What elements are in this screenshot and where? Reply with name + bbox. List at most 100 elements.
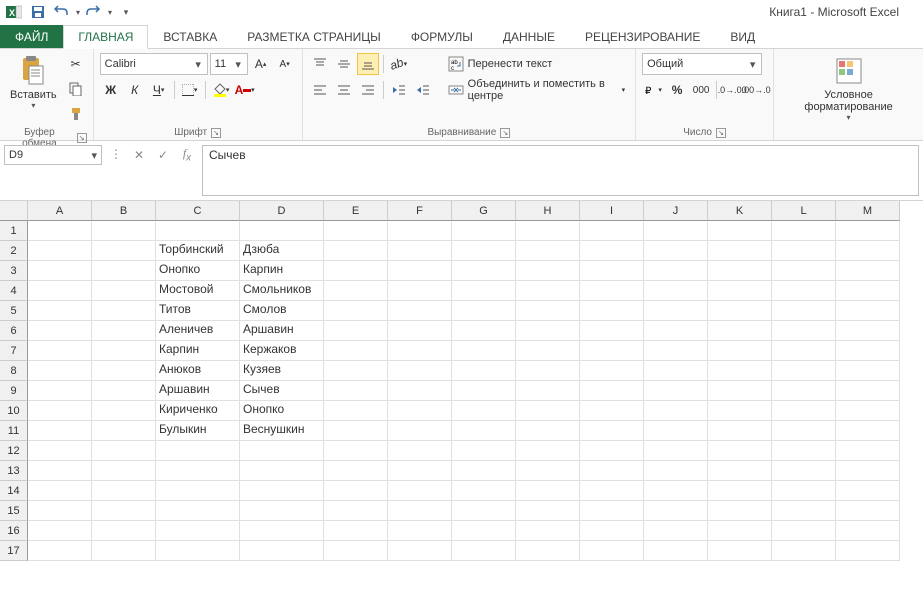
merge-center-button[interactable]: Объединить и поместить в центре ▾: [444, 79, 629, 101]
cell[interactable]: [388, 541, 452, 561]
cell[interactable]: [452, 401, 516, 421]
tab-home[interactable]: ГЛАВНАЯ: [63, 25, 148, 49]
grow-font-button[interactable]: A▴: [250, 53, 272, 75]
cell[interactable]: [452, 281, 516, 301]
cell[interactable]: [240, 521, 324, 541]
cell[interactable]: [580, 481, 644, 501]
font-name-combo[interactable]: Calibri▾: [100, 53, 208, 75]
cell[interactable]: [388, 341, 452, 361]
cell[interactable]: [644, 541, 708, 561]
cell[interactable]: [644, 301, 708, 321]
font-launcher[interactable]: ↘: [211, 128, 221, 138]
cell[interactable]: [28, 501, 92, 521]
cell[interactable]: [452, 541, 516, 561]
cell[interactable]: [92, 441, 156, 461]
cell[interactable]: Карпин: [240, 261, 324, 281]
cell[interactable]: Карпин: [156, 341, 240, 361]
cell[interactable]: [92, 361, 156, 381]
cell[interactable]: [708, 441, 772, 461]
cell[interactable]: [452, 421, 516, 441]
wrap-text-button[interactable]: abc Перенести текст: [444, 53, 629, 75]
cell[interactable]: [772, 381, 836, 401]
cell[interactable]: [836, 321, 900, 341]
cell[interactable]: [644, 281, 708, 301]
row-header[interactable]: 4: [0, 281, 28, 301]
cell[interactable]: [836, 461, 900, 481]
column-header[interactable]: L: [772, 201, 836, 221]
cell[interactable]: [580, 441, 644, 461]
row-header[interactable]: 3: [0, 261, 28, 281]
cell[interactable]: [772, 481, 836, 501]
cell[interactable]: [772, 401, 836, 421]
cell[interactable]: [28, 401, 92, 421]
cell[interactable]: [92, 481, 156, 501]
cell[interactable]: [92, 261, 156, 281]
cell[interactable]: [156, 501, 240, 521]
cell[interactable]: [580, 461, 644, 481]
column-header[interactable]: I: [580, 201, 644, 221]
confirm-formula-button[interactable]: ✓: [152, 145, 174, 165]
cell[interactable]: [580, 521, 644, 541]
cell[interactable]: [28, 481, 92, 501]
cut-button[interactable]: ✂: [65, 53, 87, 75]
cell[interactable]: [516, 221, 580, 241]
cell[interactable]: [92, 321, 156, 341]
cell[interactable]: [452, 381, 516, 401]
cell[interactable]: [324, 401, 388, 421]
cell[interactable]: [324, 361, 388, 381]
cell[interactable]: [324, 381, 388, 401]
cell[interactable]: [324, 541, 388, 561]
comma-style-button[interactable]: 000: [690, 79, 712, 101]
cell[interactable]: [708, 421, 772, 441]
cell[interactable]: [516, 281, 580, 301]
cell[interactable]: [516, 541, 580, 561]
cell[interactable]: [708, 501, 772, 521]
cell[interactable]: [772, 501, 836, 521]
cell[interactable]: [388, 301, 452, 321]
row-header[interactable]: 6: [0, 321, 28, 341]
cell[interactable]: [772, 441, 836, 461]
cell[interactable]: [92, 521, 156, 541]
cell[interactable]: [644, 401, 708, 421]
align-top-button[interactable]: [309, 53, 331, 75]
font-color-button[interactable]: A▾: [234, 79, 256, 101]
cell[interactable]: [644, 521, 708, 541]
cell[interactable]: [708, 341, 772, 361]
cell[interactable]: [836, 481, 900, 501]
cell[interactable]: [708, 321, 772, 341]
row-header[interactable]: 16: [0, 521, 28, 541]
cell[interactable]: [836, 421, 900, 441]
cell[interactable]: Кержаков: [240, 341, 324, 361]
cell[interactable]: [580, 261, 644, 281]
cell[interactable]: [240, 481, 324, 501]
cell[interactable]: [388, 361, 452, 381]
cell[interactable]: [708, 461, 772, 481]
cell[interactable]: [516, 301, 580, 321]
cell[interactable]: [452, 361, 516, 381]
cell[interactable]: [516, 481, 580, 501]
tab-review[interactable]: РЕЦЕНЗИРОВАНИЕ: [570, 25, 715, 48]
cell[interactable]: [516, 441, 580, 461]
align-left-button[interactable]: [309, 79, 331, 101]
cell[interactable]: [92, 341, 156, 361]
increase-indent-button[interactable]: [412, 79, 434, 101]
align-bottom-button[interactable]: [357, 53, 379, 75]
tab-file[interactable]: ФАЙЛ: [0, 25, 63, 48]
alignment-launcher[interactable]: ↘: [500, 128, 510, 138]
cell[interactable]: [836, 541, 900, 561]
tab-view[interactable]: ВИД: [715, 25, 770, 48]
cell[interactable]: Аленичев: [156, 321, 240, 341]
tab-insert[interactable]: ВСТАВКА: [148, 25, 232, 48]
row-header[interactable]: 2: [0, 241, 28, 261]
row-header[interactable]: 5: [0, 301, 28, 321]
format-painter-button[interactable]: [65, 103, 87, 125]
font-size-combo[interactable]: 11▾: [210, 53, 248, 75]
cell[interactable]: [580, 421, 644, 441]
cell[interactable]: [388, 321, 452, 341]
cell[interactable]: [644, 481, 708, 501]
row-header[interactable]: 10: [0, 401, 28, 421]
cell[interactable]: [644, 461, 708, 481]
cell[interactable]: [156, 521, 240, 541]
column-header[interactable]: K: [708, 201, 772, 221]
cell[interactable]: [240, 441, 324, 461]
